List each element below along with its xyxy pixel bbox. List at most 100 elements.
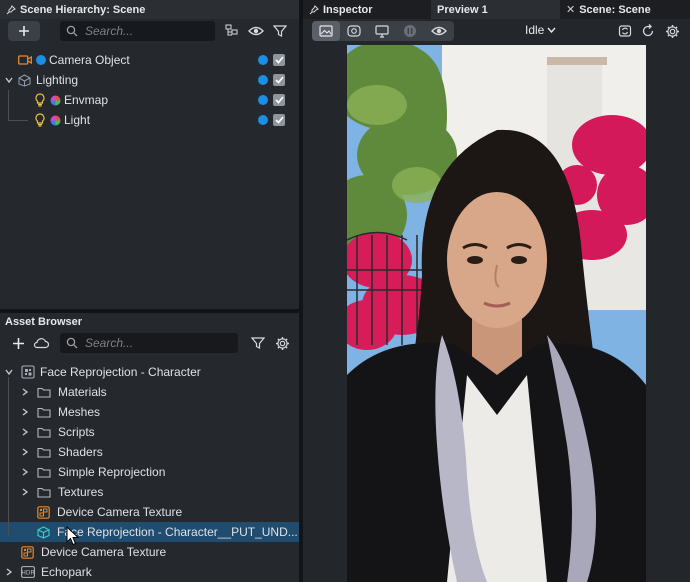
asset-folder-scripts[interactable]: Scripts: [0, 422, 299, 442]
hierarchy-search-input[interactable]: Search...: [60, 21, 215, 41]
pin-icon[interactable]: [6, 4, 16, 15]
folder-icon: [37, 447, 51, 458]
svg-text:HDR: HDR: [21, 570, 34, 577]
chevron-right-icon[interactable]: [20, 407, 30, 417]
asset-search-placeholder: Search...: [85, 336, 134, 350]
refresh-icon: [642, 24, 654, 37]
search-icon: [66, 337, 78, 349]
tab-preview-label: Preview 1: [437, 3, 488, 16]
preview-viewport[interactable]: [347, 45, 646, 582]
preview-visibility-button[interactable]: [424, 21, 454, 41]
hierarchy-item-light[interactable]: Light: [0, 110, 299, 130]
tree-guide: [8, 120, 28, 121]
asset-device-camera-texture[interactable]: Device Camera Texture: [0, 542, 299, 562]
asset-settings-button[interactable]: [272, 333, 292, 353]
folder-icon: [37, 387, 51, 398]
group-icon: [18, 73, 31, 87]
enabled-checkbox[interactable]: [273, 74, 285, 86]
chevron-right-icon[interactable]: [20, 387, 30, 397]
checkmark-icon: [274, 116, 284, 124]
asset-folder-simple-reprojection[interactable]: Simple Reprojection: [0, 462, 299, 482]
asset-search-input[interactable]: Search...: [60, 333, 238, 353]
preview-state-label: Idle: [525, 23, 545, 37]
image-mode-button[interactable]: [312, 21, 340, 41]
asset-item-label: Simple Reprojection: [58, 465, 166, 479]
camera-mode-button[interactable]: [340, 21, 368, 41]
chevron-down-icon[interactable]: [4, 367, 14, 377]
swap-camera-button[interactable]: [615, 21, 635, 41]
tab-scene-label: Scene: Scene: [579, 3, 651, 16]
asset-folder-meshes[interactable]: Meshes: [0, 402, 299, 422]
asset-folder-shaders[interactable]: Shaders: [0, 442, 299, 462]
filter-icon: [251, 337, 265, 349]
visibility-dot-icon[interactable]: [258, 55, 268, 65]
folder-icon: [37, 427, 51, 438]
folder-icon: [37, 487, 51, 498]
add-asset-button[interactable]: [8, 333, 28, 353]
tab-preview[interactable]: Preview 1: [431, 0, 560, 19]
visibility-dot-icon[interactable]: [258, 75, 268, 85]
asset-folder-textures[interactable]: Textures: [0, 482, 299, 502]
tab-scene-hierarchy[interactable]: Scene Hierarchy: Scene: [0, 0, 299, 19]
visibility-dot-icon[interactable]: [258, 95, 268, 105]
chevron-right-icon[interactable]: [20, 487, 30, 497]
tree-guide: [8, 110, 9, 120]
asset-echopark[interactable]: HDR Echopark: [0, 562, 299, 582]
lightbulb-icon: [35, 93, 45, 107]
camera-icon: [18, 55, 32, 65]
reset-preview-button[interactable]: [638, 21, 658, 41]
folder-icon: [37, 467, 51, 478]
checkmark-icon: [274, 56, 284, 64]
asset-item-label: Textures: [58, 485, 104, 499]
add-object-button[interactable]: [8, 21, 40, 41]
chevron-right-icon[interactable]: [20, 447, 30, 457]
tab-close-icon[interactable]: ✕: [566, 3, 575, 16]
asset-device-camera-texture-nested[interactable]: Device Camera Texture: [0, 502, 299, 522]
hierarchy-item-camera-object[interactable]: Camera Object: [0, 50, 299, 70]
tab-inspector[interactable]: Inspector: [303, 0, 431, 19]
device-mode-button[interactable]: [368, 21, 396, 41]
enabled-dot-icon[interactable]: [36, 55, 46, 65]
asset-filter-button[interactable]: [248, 333, 268, 353]
preview-settings-button[interactable]: [662, 21, 682, 41]
checkmark-icon: [274, 76, 284, 84]
chevron-right-icon[interactable]: [20, 427, 30, 437]
asset-item-label: Meshes: [58, 405, 101, 419]
checkmark-icon: [274, 96, 284, 104]
webcam-icon: [347, 25, 361, 37]
pause-button[interactable]: [396, 21, 424, 41]
scene-hierarchy-toolbar: Search...: [8, 21, 294, 41]
tab-scene[interactable]: ✕ Scene: Scene: [560, 0, 690, 19]
chevron-down-icon[interactable]: [4, 75, 14, 85]
enabled-checkbox[interactable]: [273, 114, 285, 126]
search-icon: [66, 25, 78, 37]
hierarchy-search-placeholder: Search...: [85, 24, 134, 38]
visibility-toggle-button[interactable]: [246, 21, 266, 41]
pin-icon[interactable]: [309, 4, 319, 15]
cloud-button[interactable]: [31, 333, 51, 353]
gear-icon: [275, 336, 289, 350]
asset-item-label: Materials: [58, 385, 107, 399]
asset-item-label: Face Reprojection - Character__PUT_UND..…: [57, 525, 298, 539]
preview-state-dropdown[interactable]: Idle: [525, 23, 556, 37]
enabled-checkbox[interactable]: [273, 94, 285, 106]
asset-folder-materials[interactable]: Materials: [0, 382, 299, 402]
hierarchy-sort-button[interactable]: [222, 21, 242, 41]
chevron-right-icon[interactable]: [20, 467, 30, 477]
asset-item-label: Shaders: [58, 445, 103, 459]
enabled-checkbox[interactable]: [273, 54, 285, 66]
plus-icon: [19, 26, 29, 36]
hierarchy-filter-button[interactable]: [270, 21, 290, 41]
hdr-icon: HDR: [21, 566, 35, 578]
hierarchy-item-envmap[interactable]: Envmap: [0, 90, 299, 110]
preview-mode-group: [312, 21, 454, 41]
swap-camera-icon: [618, 25, 632, 37]
asset-package-face-reprojection[interactable]: Face Reprojection - Character: [0, 362, 299, 382]
chevron-right-icon[interactable]: [4, 567, 14, 577]
texture-icon: [21, 545, 34, 559]
camera-preview-image: [347, 45, 646, 582]
visibility-dot-icon[interactable]: [258, 115, 268, 125]
plus-icon: [12, 337, 24, 349]
hierarchy-item-lighting[interactable]: Lighting: [0, 70, 299, 90]
asset-face-reprojection-prefab[interactable]: Face Reprojection - Character__PUT_UND..…: [0, 522, 299, 542]
